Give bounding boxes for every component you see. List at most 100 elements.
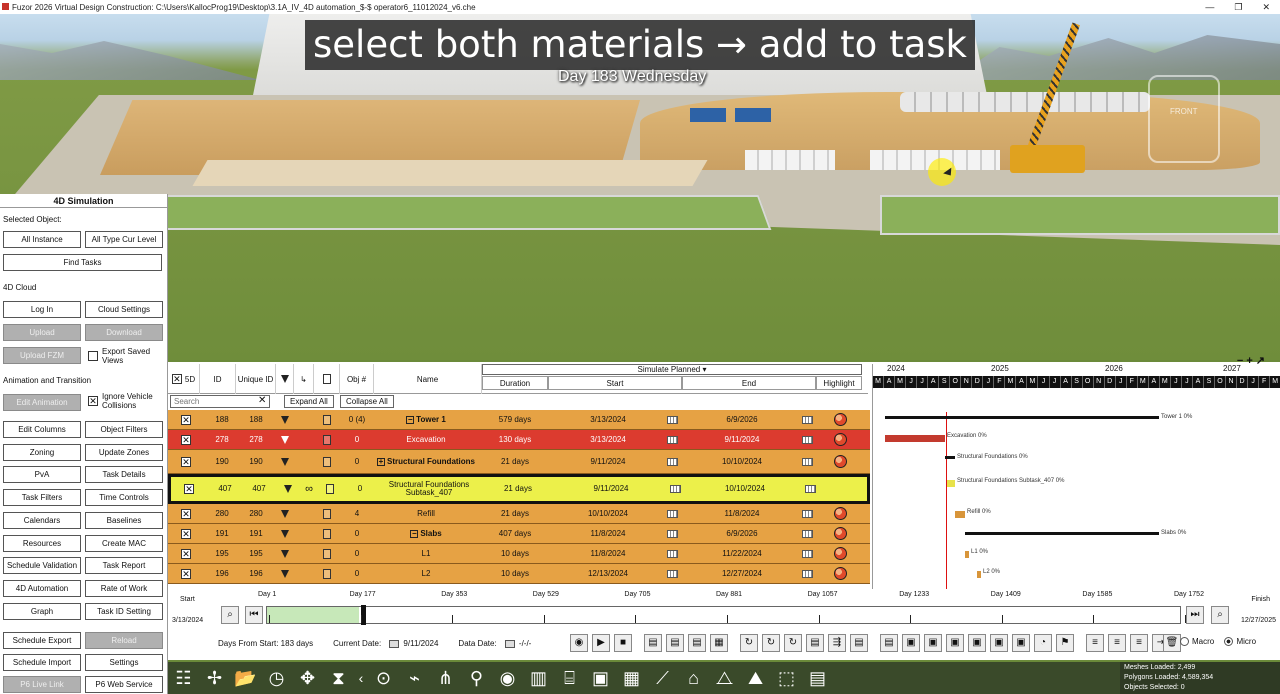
row-checkbox[interactable]: ✕ (184, 484, 194, 494)
align-icon[interactable]: ≡ (1130, 634, 1148, 652)
resources-button[interactable]: Resources (3, 534, 81, 552)
task-name[interactable]: L1 (374, 544, 478, 563)
4d-automation-button[interactable]: 4D Automation (3, 579, 81, 597)
palette-icon[interactable] (832, 524, 848, 543)
map-pin-icon[interactable]: ⌂ (678, 662, 709, 694)
task-start[interactable]: 9/11/2024 (551, 477, 671, 501)
calendar-icon[interactable] (666, 564, 678, 583)
data-date-value[interactable]: -/-/- (519, 639, 531, 648)
palette-icon[interactable] (832, 410, 848, 429)
gantt-bar[interactable] (885, 416, 1159, 419)
zoom-in-timeline-icon[interactable]: ⌕ (1211, 606, 1229, 624)
gantt-bar[interactable] (965, 532, 1159, 535)
split-icon[interactable]: ⇶ (828, 634, 846, 652)
reload-button[interactable]: Reload (85, 632, 163, 649)
walk-icon[interactable]: ⧍ (709, 662, 740, 694)
list-icon[interactable]: ▤ (644, 634, 662, 652)
filter-icon[interactable] (276, 504, 294, 523)
task-duration[interactable]: 10 days (482, 544, 548, 563)
task-details-button[interactable]: Task Details (85, 466, 163, 484)
task-end[interactable]: 6/9/2026 (682, 410, 802, 429)
schedule-import-button[interactable]: Schedule Import (3, 654, 81, 671)
row-checkbox[interactable]: ✕ (181, 456, 191, 467)
trash-icon[interactable]: 🗑 (1163, 634, 1181, 652)
view-icon[interactable]: ▣ (990, 634, 1008, 652)
go-start-icon[interactable]: ⏮ (245, 606, 263, 624)
row-checkbox[interactable]: ✕ (181, 434, 191, 445)
row-checkbox[interactable]: ✕ (181, 414, 191, 425)
move-icon[interactable]: ✢ (199, 662, 230, 694)
palette-icon[interactable] (832, 504, 848, 523)
rate-of-work-button[interactable]: Rate of Work (85, 579, 163, 597)
collapse-all-button[interactable]: Collapse All (340, 395, 394, 408)
row-checkbox[interactable]: ✕ (181, 568, 191, 579)
camera-icon[interactable]: ⊙ (368, 662, 399, 694)
task-row[interactable]: ✕ 280 280 4 Refill 21 days 10/10/2024 11/8/2024 (168, 504, 870, 524)
list-icon[interactable]: ▤ (850, 634, 868, 652)
calendar-icon[interactable] (800, 450, 814, 473)
measure-icon[interactable]: ⟋ (647, 662, 678, 694)
macro-micro-toggle[interactable]: Macro Micro (1180, 637, 1256, 647)
expand-all-button[interactable]: Expand All (284, 395, 334, 408)
calendar-icon[interactable] (666, 544, 678, 563)
task-end[interactable]: 11/22/2024 (682, 544, 802, 563)
row-checkbox[interactable]: ✕ (181, 528, 191, 539)
restore-button[interactable]: ❐ (1234, 2, 1242, 13)
calendar-icon[interactable] (800, 564, 814, 583)
ignore-vehicle-collisions-checkbox[interactable]: ✕ Ignore Vehicle Collisions (88, 392, 166, 410)
checkbox-checked[interactable]: ✕ (88, 396, 98, 406)
task-row[interactable]: ✕ 195 195 0 L1 10 days 11/8/2024 11/22/2024 (168, 544, 870, 564)
task-start[interactable]: 11/8/2024 (548, 524, 668, 543)
align-icon[interactable]: ≡ (1108, 634, 1126, 652)
settings-button[interactable]: Settings (85, 654, 163, 671)
view-cube[interactable]: FRONT (1148, 75, 1220, 163)
current-date-value[interactable]: 9/11/2024 (403, 639, 438, 648)
filter-icon[interactable] (276, 410, 294, 429)
calendar-icon[interactable] (666, 524, 678, 543)
filter-icon[interactable] (279, 477, 297, 501)
calendar-icon[interactable] (800, 410, 814, 429)
object-filters-button[interactable]: Object Filters (85, 421, 163, 438)
view-icon[interactable]: ▣ (968, 634, 986, 652)
filter-icon[interactable] (276, 564, 294, 583)
obj-count-column-header[interactable]: Obj # (340, 364, 374, 394)
timeline-slider[interactable] (266, 605, 1186, 625)
task-start[interactable]: 12/13/2024 (548, 564, 668, 583)
log-in-button[interactable]: Log In (3, 301, 81, 318)
calendar-icon[interactable] (800, 504, 814, 523)
unique-id-column-header[interactable]: Unique ID (236, 364, 276, 394)
task-start[interactable]: 10/10/2024 (548, 504, 668, 523)
gantt-chart[interactable]: −+↗ 2024 2025 2026 2027 MAMJJASONDJFMAMJJAS… (872, 355, 1280, 589)
task-end[interactable]: 10/10/2024 (682, 450, 802, 473)
5d-column-header[interactable]: ✕ 5D (168, 364, 200, 394)
refresh-icon[interactable]: ↻ (740, 634, 758, 652)
document-icon[interactable] (316, 504, 338, 523)
all-instance-button[interactable]: All Instance (3, 231, 81, 248)
calendar-icon[interactable] (800, 430, 814, 449)
list-icon[interactable]: ▤ (666, 634, 684, 652)
stop-icon[interactable]: ■ (614, 634, 632, 652)
route-icon[interactable]: ⌁ (399, 662, 430, 694)
terrain-icon[interactable]: ⛰ (740, 662, 771, 694)
task-row[interactable]: ✕ 407 407 ∞ 0 Structural Foundations Subtask_… (168, 474, 870, 504)
link-arrow-icon[interactable]: ↳ (294, 364, 314, 394)
document-icon[interactable] (316, 430, 338, 449)
calendar-icon[interactable] (666, 504, 678, 523)
gantt-bar[interactable] (947, 480, 955, 487)
all-type-cur-level-button[interactable]: All Type Cur Level (85, 231, 163, 248)
macro-radio[interactable] (1180, 637, 1189, 647)
task-row[interactable]: ✕ 196 196 0 L2 10 days 12/13/2024 12/27/2024 (168, 564, 870, 584)
task-duration[interactable]: 21 days (482, 504, 548, 523)
vr-icon[interactable]: ⧗ (323, 662, 354, 694)
task-name[interactable]: Excavation (374, 430, 478, 449)
zoning-button[interactable]: Zoning (3, 443, 81, 461)
simulate-planned-dropdown[interactable]: Simulate Planned ▾ (482, 364, 862, 375)
pva-button[interactable]: PvA (3, 466, 81, 484)
film-icon[interactable]: ▣ (585, 662, 616, 694)
task-row[interactable]: ✕ 190 190 0 + Structural Foundations 21 days 9/… (168, 450, 870, 474)
upload-button[interactable]: Upload (3, 324, 81, 341)
calendar-icon[interactable] (666, 410, 678, 429)
p6-web-service-button[interactable]: P6 Web Service (85, 676, 163, 693)
task-name[interactable]: − Slabs (374, 524, 478, 543)
task-duration[interactable]: 10 days (482, 564, 548, 583)
